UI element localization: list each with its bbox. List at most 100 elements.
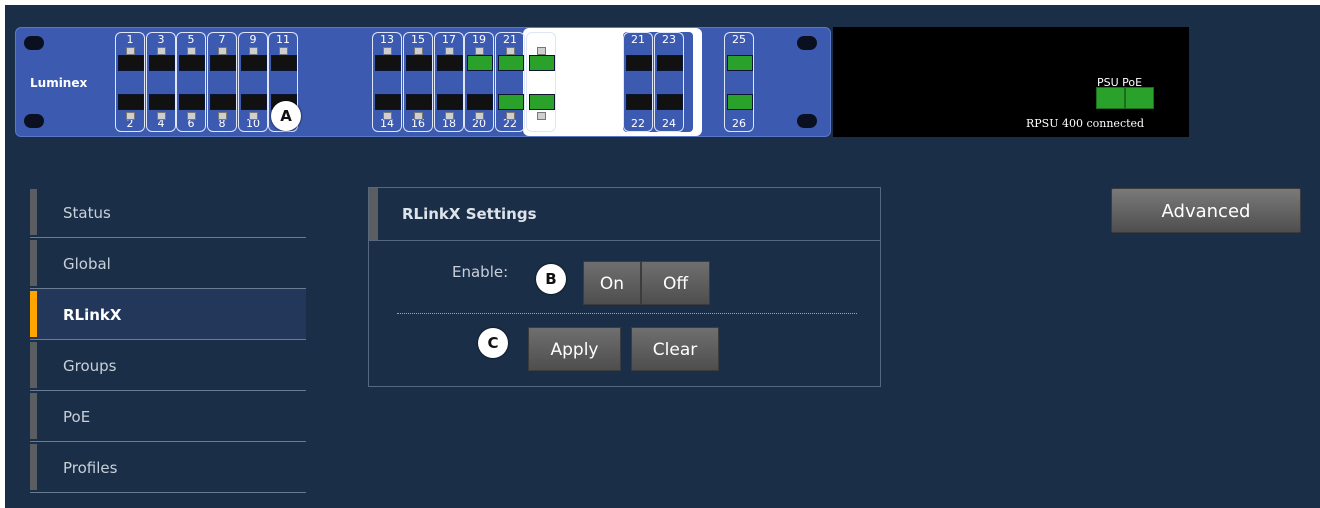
port-jack [406,55,432,71]
mount-hole [24,36,44,50]
port-led [414,47,423,55]
port-led [506,112,515,120]
port-jack [210,94,236,110]
port-top-25[interactable]: 25 [724,32,754,82]
port-jack [529,94,555,110]
port-number: 15 [411,33,425,46]
apply-button[interactable]: Apply [528,327,621,371]
port-led [218,47,227,55]
port-bot-24[interactable]: 24 [654,82,684,132]
port-bot-22[interactable]: 22 [623,82,653,132]
port-led [383,112,392,120]
port-led [475,47,484,55]
port-jack [118,94,144,110]
port-jack [529,55,555,71]
app-window: Luminex 1 3 5 7 9 11 13 15 17 19 21 23 21 23 25 2 4 6 8 10 1… [5,5,1320,508]
port-bot-2[interactable]: 2 [115,82,145,132]
port-top-5[interactable]: 5 [176,32,206,82]
port-led [126,112,135,120]
enable-on-button[interactable]: On [583,261,641,305]
port-top-19[interactable]: 19 [464,32,494,82]
port-led [249,112,258,120]
port-led [126,47,135,55]
sidebar-item-rlinkx[interactable]: RLinkX [30,289,306,340]
port-top-23[interactable]: 23 [526,32,556,82]
callout-b: B [536,264,566,294]
port-jack [118,55,144,71]
port-number: 23 [662,33,676,46]
port-bot-8[interactable]: 8 [207,82,237,132]
port-jack [375,94,401,110]
sidebar-item-global[interactable]: Global [30,238,306,289]
port-top-11[interactable]: 11 [268,32,298,82]
port-number: 21 [503,33,517,46]
port-top-3[interactable]: 3 [146,32,176,82]
mount-hole [797,114,817,128]
port-top-13[interactable]: 13 [372,32,402,82]
sidebar-item-label: RLinkX [63,306,122,324]
port-top-1[interactable]: 1 [115,32,145,82]
port-top-23[interactable]: 23 [654,32,684,82]
port-number: 21 [631,33,645,46]
brand-logo: Luminex [30,76,88,90]
port-jack [375,55,401,71]
sidebar-item-groups[interactable]: Groups [30,340,306,391]
port-led [187,47,196,55]
sidebar-item-poe[interactable]: PoE [30,391,306,442]
port-bot-22[interactable]: 22 [495,82,525,132]
port-led [414,112,423,120]
port-top-15[interactable]: 15 [403,32,433,82]
port-bot-6[interactable]: 6 [176,82,206,132]
port-bot-26[interactable]: 26 [724,82,754,132]
port-number: 23 [534,33,548,46]
port-jack [210,55,236,71]
port-jack [149,55,175,71]
divider [397,313,857,314]
port-number: 1 [126,33,134,46]
port-number: 17 [442,33,456,46]
sidebar-item-label: Groups [63,357,117,375]
port-jack [727,55,753,71]
sidebar-item-status[interactable]: Status [30,187,306,238]
port-bot-24[interactable]: 24 [526,82,556,132]
port-bot-10[interactable]: 10 [238,82,268,132]
port-top-21[interactable]: 21 [623,32,653,82]
port-bot-14[interactable]: 14 [372,82,402,132]
port-number: 3 [157,33,165,46]
port-led [157,112,166,120]
port-led [249,47,258,55]
port-jack [657,55,683,71]
rpsu-status: RPSU 400 connected [1026,117,1145,130]
port-top-17[interactable]: 17 [434,32,464,82]
port-top-21[interactable]: 21 [495,32,525,82]
callout-c: C [478,328,508,358]
port-jack [149,94,175,110]
port-number: 24 [662,117,676,130]
port-top-7[interactable]: 7 [207,32,237,82]
port-jack [467,94,493,110]
enable-off-button[interactable]: Off [641,261,710,305]
port-bot-20[interactable]: 20 [464,82,494,132]
port-jack [179,94,205,110]
clear-button[interactable]: Clear [631,327,719,371]
port-number: 9 [249,33,257,46]
sidebar-nav: Status Global RLinkX Groups PoE Profiles [30,187,306,493]
port-led [187,112,196,120]
mount-hole [797,36,817,50]
port-jack [626,55,652,71]
port-top-9[interactable]: 9 [238,32,268,82]
port-number: 19 [472,33,486,46]
port-bot-18[interactable]: 18 [434,82,464,132]
callout-a: A [271,101,301,131]
rlinkx-settings-panel: RLinkX Settings Enable: B On Off C Apply… [368,187,881,387]
port-bot-16[interactable]: 16 [403,82,433,132]
advanced-button[interactable]: Advanced [1111,188,1301,233]
psu-indicator [1096,87,1125,109]
port-jack [467,55,493,71]
sidebar-item-profiles[interactable]: Profiles [30,442,306,493]
sidebar-item-label: Profiles [63,459,118,477]
port-jack [241,55,267,71]
port-jack [498,55,524,71]
port-bot-4[interactable]: 4 [146,82,176,132]
port-jack [271,55,297,71]
